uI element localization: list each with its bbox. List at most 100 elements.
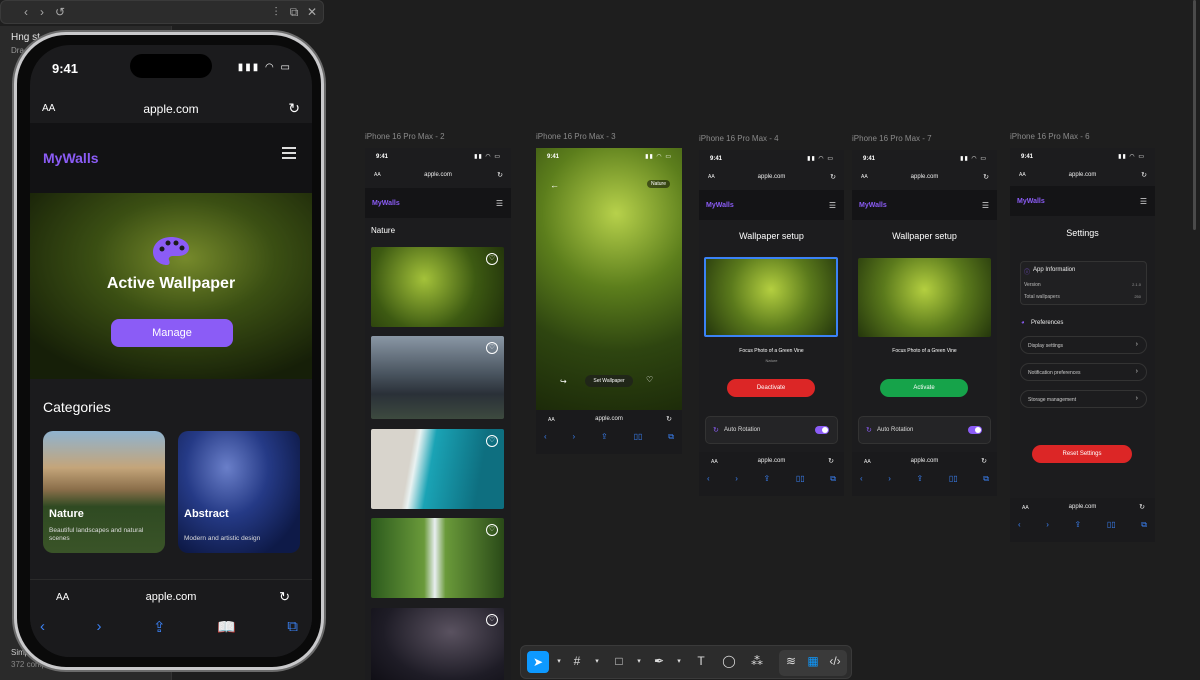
frame-nature-list[interactable]: 9:41 ▮▮ ◠ ▭ AA apple.com ↻ MyWalls ☰ Nature … [365, 148, 511, 680]
auto-rotation-toggle[interactable] [968, 426, 982, 434]
reload-icon[interactable]: ↻ [1139, 503, 1145, 511]
url-bar[interactable]: AA apple.com ↻ [699, 170, 844, 186]
dev-mode-icon[interactable]: ‹/› [827, 654, 843, 668]
reload-icon[interactable]: ↺ [53, 5, 67, 19]
share-icon[interactable]: ⇪ [1075, 520, 1082, 530]
chevron-down-icon[interactable]: ▾ [551, 657, 567, 665]
forward-icon[interactable]: › [888, 474, 891, 484]
deactivate-button[interactable]: Deactivate [727, 379, 815, 397]
frame-settings[interactable]: 9:41 ▮▮ ◠ ▭ AA apple.com ↻ MyWalls ☰ Setting… [1010, 148, 1155, 542]
reload-icon[interactable]: ↻ [981, 457, 987, 465]
tabs-icon[interactable]: ⧉ [1141, 520, 1147, 530]
rectangle-tool-icon[interactable]: □ [611, 654, 627, 668]
open-external-icon[interactable]: ⧉ [287, 5, 301, 20]
display-settings-row[interactable]: Display settings › [1020, 336, 1147, 354]
storage-management-row[interactable]: Storage management › [1020, 390, 1147, 408]
brand-logo[interactable]: MyWalls [1017, 198, 1045, 205]
tabs-icon[interactable]: ⧉ [287, 618, 298, 636]
url-bar[interactable]: AA apple.com ↻ [30, 95, 312, 123]
tabs-icon[interactable]: ⧉ [830, 474, 836, 484]
activate-button[interactable]: Activate [880, 379, 968, 397]
back-icon[interactable]: ‹ [544, 432, 547, 442]
reload-icon[interactable]: ↻ [830, 173, 836, 181]
move-tool-icon[interactable]: ➤ [527, 651, 549, 673]
text-tool-icon[interactable]: T [693, 654, 709, 668]
bookmarks-icon[interactable]: ▯▯ [1107, 520, 1116, 530]
wallpaper-thumb[interactable]: ♡ [371, 247, 504, 327]
forward-icon[interactable]: › [35, 5, 49, 19]
wallpaper-image[interactable] [858, 258, 991, 337]
share-icon[interactable]: ⇪ [764, 474, 771, 484]
wallpaper-thumb[interactable]: ♡ [371, 518, 504, 598]
brand-logo[interactable]: MyWalls [706, 202, 734, 209]
frame-label-7[interactable]: iPhone 16 Pro Max - 7 [852, 134, 932, 143]
frame-label-3[interactable]: iPhone 16 Pro Max - 3 [536, 132, 616, 141]
category-card-abstract[interactable]: Abstract Modern and artistic design [178, 431, 300, 553]
frame-wallpaper-preview[interactable]: 9:41 ▮▮ ◠ ▭ ← Nature ↪ Set Wallpaper ♡ AA… [536, 148, 682, 454]
scrollbar[interactable] [1193, 0, 1196, 230]
tabs-icon[interactable]: ⧉ [983, 474, 989, 484]
category-card-nature[interactable]: Nature Beautiful landscapes and natural … [43, 431, 165, 553]
chevron-down-icon[interactable]: ▾ [631, 657, 647, 665]
reload-icon[interactable]: ↻ [497, 171, 503, 179]
url-bar[interactable]: AA apple.com ↻ [1010, 168, 1155, 184]
forward-icon[interactable]: › [97, 618, 102, 636]
back-icon[interactable]: ‹ [19, 5, 33, 19]
share-icon[interactable]: ⇪ [153, 618, 166, 636]
set-wallpaper-button[interactable]: Set Wallpaper [585, 375, 633, 387]
wallpaper-thumb[interactable]: ♡ [371, 429, 504, 509]
reload-icon[interactable]: ↻ [666, 415, 672, 423]
heart-icon[interactable]: ♡ [486, 342, 498, 354]
forward-icon[interactable]: › [735, 474, 738, 484]
hamburger-menu-icon[interactable]: ☰ [1140, 197, 1147, 206]
close-icon[interactable]: ✕ [305, 5, 319, 19]
url-bar[interactable]: AA apple.com ↻ [365, 168, 511, 184]
frame-label-2[interactable]: iPhone 16 Pro Max - 2 [365, 132, 445, 141]
wallpaper-thumb[interactable]: ♡ [371, 608, 504, 680]
back-icon[interactable]: ‹ [1018, 520, 1021, 530]
heart-icon[interactable]: ♡ [486, 614, 498, 626]
auto-rotation-toggle[interactable] [815, 426, 829, 434]
heart-icon[interactable]: ♡ [646, 375, 653, 384]
frame-wallpaper-setup-active[interactable]: 9:41 ▮▮ ◠ ▭ AA apple.com ↻ MyWalls ☰ Wallpap… [699, 150, 844, 496]
url-bar[interactable]: AA apple.com ↻ [852, 170, 997, 186]
frame-tool-icon[interactable]: # [569, 654, 585, 668]
selected-wallpaper-image[interactable] [704, 257, 838, 337]
hamburger-menu-icon[interactable]: ☰ [829, 201, 836, 210]
reload-icon[interactable]: ↻ [288, 100, 300, 117]
comment-tool-icon[interactable]: ◯ [721, 654, 737, 668]
heart-icon[interactable]: ♡ [486, 253, 498, 265]
heart-icon[interactable]: ♡ [486, 524, 498, 536]
reload-icon[interactable]: ↻ [1141, 171, 1147, 179]
back-icon[interactable]: ‹ [40, 618, 45, 636]
frame-wallpaper-setup-inactive[interactable]: 9:41 ▮▮ ◠ ▭ AA apple.com ↻ MyWalls ☰ Wallpap… [852, 150, 997, 496]
notification-preferences-row[interactable]: Notification preferences › [1020, 363, 1147, 381]
brand-logo[interactable]: MyWalls [372, 200, 400, 207]
brand-logo[interactable]: MyWalls [859, 202, 887, 209]
heart-icon[interactable]: ♡ [486, 435, 498, 447]
manage-button[interactable]: Manage [111, 319, 233, 347]
reset-settings-button[interactable]: Reset Settings [1032, 445, 1132, 463]
reload-icon[interactable]: ↻ [828, 457, 834, 465]
share-icon[interactable]: ⇪ [917, 474, 924, 484]
wallpaper-thumb[interactable]: ♡ [371, 336, 504, 419]
share-icon[interactable]: ⇪ [601, 432, 608, 442]
brand-logo[interactable]: MyWalls [43, 150, 99, 166]
back-icon[interactable]: ‹ [860, 474, 863, 484]
settings-sliders-icon[interactable]: ⫶ [269, 5, 283, 20]
draw-mode-icon[interactable]: ≋ [783, 654, 799, 668]
design-mode-icon[interactable]: ▦ [805, 654, 821, 668]
back-icon[interactable]: ‹ [707, 474, 710, 484]
bookmarks-icon[interactable]: 📖 [217, 618, 236, 636]
actions-tool-icon[interactable]: ⁂ [749, 654, 765, 668]
frame-label-4[interactable]: iPhone 16 Pro Max - 4 [699, 134, 779, 143]
bookmarks-icon[interactable]: ▯▯ [949, 474, 958, 484]
reload-icon[interactable]: ↻ [279, 589, 290, 605]
chevron-down-icon[interactable]: ▾ [589, 657, 605, 665]
forward-icon[interactable]: › [573, 432, 576, 442]
bookmarks-icon[interactable]: ▯▯ [634, 432, 643, 442]
tabs-icon[interactable]: ⧉ [668, 432, 674, 442]
reload-icon[interactable]: ↻ [983, 173, 989, 181]
chevron-down-icon[interactable]: ▾ [671, 657, 687, 665]
hamburger-menu-icon[interactable]: ☰ [496, 199, 503, 208]
